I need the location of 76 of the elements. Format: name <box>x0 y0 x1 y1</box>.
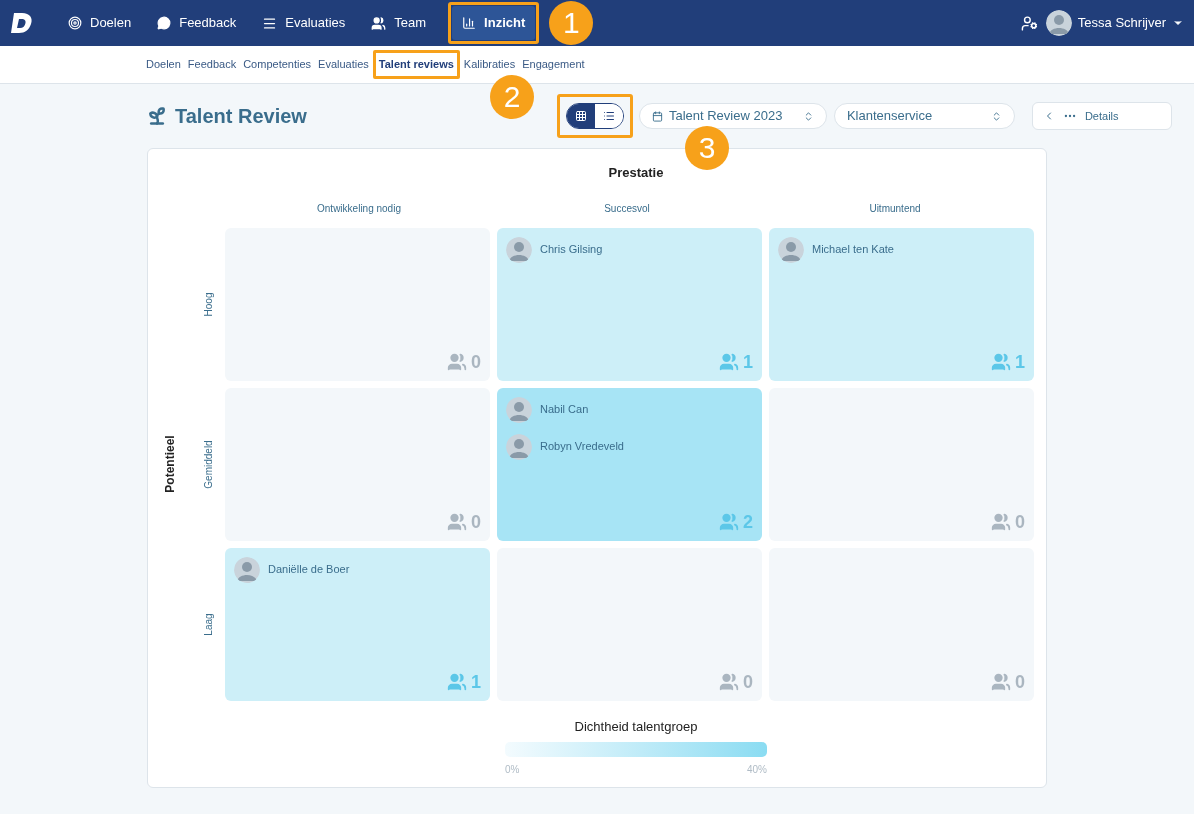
select-field[interactable]: Klantenservice <box>833 103 1015 129</box>
column-label: Uitmuntend <box>868 201 922 216</box>
row-label: Hoog <box>202 292 215 316</box>
column-label: Succesvol <box>603 201 651 216</box>
users-icon <box>719 511 739 532</box>
people-count: 0 <box>743 672 753 691</box>
users-icon <box>991 351 1011 372</box>
legend-max: 40% <box>747 763 767 777</box>
person-name[interactable]: Daniëlle de Boer <box>268 561 350 578</box>
annotation-number: 1 <box>549 1 594 45</box>
people-count: 2 <box>743 512 753 531</box>
legend-min: 0% <box>505 763 520 777</box>
row-label: Gemiddeld <box>202 439 215 489</box>
select-field[interactable]: Talent Review 2023 <box>638 103 827 129</box>
axis-title: Prestatie <box>607 164 665 182</box>
people-count: 0 <box>1015 512 1025 531</box>
subnav-tab[interactable]: Engagement <box>519 53 588 76</box>
column-label: Ontwikkeling nodig <box>316 201 402 216</box>
subnav-tab[interactable]: Doelen <box>143 53 184 76</box>
person-name[interactable]: Michael ten Kate <box>812 241 894 258</box>
users-icon <box>991 671 1011 692</box>
logo[interactable] <box>10 11 34 35</box>
matrix-cell[interactable]: Nabil Can Robyn Vredeveld 2 <box>497 387 762 541</box>
target-icon <box>68 16 82 30</box>
axis-title: Potentieel <box>162 435 178 493</box>
people-count: 0 <box>471 512 481 531</box>
users-icon <box>447 671 467 692</box>
page-title: Talent Review <box>175 104 307 129</box>
users-icon <box>719 351 739 372</box>
details-button[interactable]: Details <box>1031 102 1172 130</box>
list-view-toggle[interactable] <box>594 104 623 128</box>
grid-icon <box>574 110 587 122</box>
avatar <box>778 236 804 263</box>
annotation-number: 2 <box>490 75 534 119</box>
people-count: 0 <box>1015 672 1025 691</box>
list-icon <box>602 110 615 122</box>
users-icon <box>447 511 467 532</box>
nav-tab[interactable]: Team <box>361 6 437 40</box>
nav-tab[interactable]: Inzicht <box>452 6 536 40</box>
menu-icon <box>262 15 278 31</box>
speech-bubble-icon <box>157 16 172 30</box>
users-icon <box>447 351 467 372</box>
avatar <box>506 433 532 460</box>
people-count: 1 <box>471 672 481 691</box>
nav-tab[interactable]: Evaluaties <box>252 6 356 40</box>
sprout-icon <box>147 106 167 126</box>
users-icon <box>371 15 387 31</box>
bar-chart-icon <box>462 16 477 30</box>
legend-title: Dichtheid talentgroep <box>574 717 698 736</box>
row-label: Laag <box>202 612 215 636</box>
person-name[interactable]: Chris Gilsing <box>540 241 603 258</box>
subnav-tab[interactable]: Feedback <box>184 53 240 76</box>
grid-view-toggle[interactable] <box>566 104 595 128</box>
people-count: 1 <box>743 352 753 371</box>
nav-tab[interactable]: Feedback <box>147 6 247 40</box>
nav-tab[interactable]: Doelen <box>58 6 142 40</box>
people-count: 0 <box>471 352 481 371</box>
people-count: 1 <box>1015 352 1025 371</box>
user-settings-icon[interactable] <box>1020 14 1038 32</box>
users-icon <box>991 511 1011 532</box>
subnav-tab[interactable]: Evaluaties <box>315 53 372 76</box>
user-menu[interactable]: Tessa Schrijver <box>1077 13 1184 33</box>
subnav-tab[interactable]: Talent reviews <box>372 50 460 79</box>
avatar <box>234 556 260 583</box>
subnav-tab[interactable]: Kalibraties <box>460 53 519 76</box>
subnav-tab[interactable]: Competenties <box>240 53 315 76</box>
avatar <box>506 396 532 423</box>
users-icon <box>719 671 739 692</box>
matrix-cell[interactable]: Daniëlle de Boer 1 <box>225 547 490 701</box>
matrix-cell[interactable]: Chris Gilsing 1 <box>497 227 762 381</box>
calendar-icon <box>651 110 663 122</box>
person-name[interactable]: Robyn Vredeveld <box>540 438 624 455</box>
avatar <box>1045 10 1072 36</box>
matrix-cell[interactable]: Michael ten Kate 1 <box>769 227 1034 381</box>
avatar <box>506 236 532 263</box>
person-name[interactable]: Nabil Can <box>540 401 589 418</box>
